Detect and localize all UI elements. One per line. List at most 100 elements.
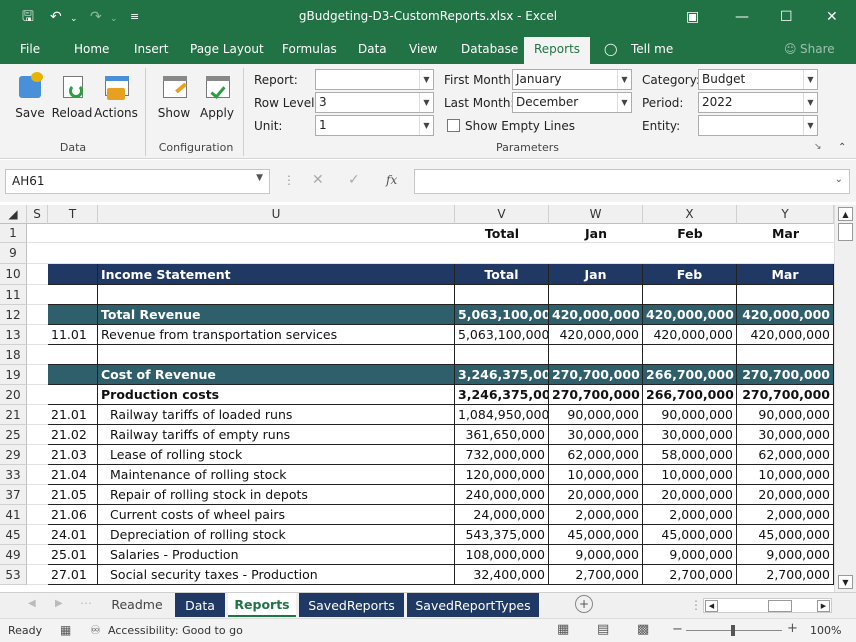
cell-value[interactable]: 58,000,000 [643,445,737,465]
cell-value[interactable] [737,243,834,264]
row-header[interactable]: 18 [0,345,27,365]
cell-value[interactable]: 732,000,000 [455,445,549,465]
cell[interactable] [27,264,48,285]
scroll-down-icon[interactable]: ▼ [838,575,853,589]
entity-combo[interactable]: ▼ [698,115,818,136]
row-header[interactable]: 9 [0,243,27,264]
row-header[interactable]: 10 [0,264,27,285]
cell-value[interactable]: 420,000,000 [549,305,643,325]
prev-sheet-icon[interactable]: ◀ [28,598,36,609]
cell-value[interactable]: 90,000,000 [549,405,643,425]
cell-value[interactable] [643,285,737,305]
cell-value[interactable]: 420,000,000 [643,305,737,325]
chevron-down-icon[interactable]: ▼ [803,70,817,89]
cell-name[interactable]: Lease of rolling stock [98,445,455,465]
cell-value[interactable] [455,345,549,365]
cell[interactable] [27,565,48,585]
chevron-down-icon[interactable]: ▼ [617,93,631,112]
cell-value[interactable]: 20,000,000 [549,485,643,505]
enter-icon[interactable]: ✓ [348,172,360,188]
cell[interactable] [27,425,48,445]
scroll-up-icon[interactable]: ▲ [838,207,853,221]
row-header[interactable]: 45 [0,525,27,545]
column-header[interactable]: S [27,205,48,224]
cell-value[interactable] [455,285,549,305]
row-header[interactable]: 53 [0,565,27,585]
dialog-launcher-icon[interactable]: ↘ [814,142,822,152]
cell-value[interactable]: Jan [549,264,643,285]
unit-combo[interactable]: 1 ▼ [315,115,434,136]
cell-value[interactable]: 10,000,000 [643,465,737,485]
cell[interactable] [27,505,48,525]
cell-value[interactable]: 24,000,000 [455,505,549,525]
worksheet-grid[interactable]: ◢ S T U V W X Y 1 Total Jan Feb Mar 9 10 Income… [0,205,834,592]
horizontal-scroll-thumb[interactable] [768,600,792,612]
sheet-tab-savedreports[interactable]: SavedReports [299,593,404,617]
cell-value[interactable]: 20,000,000 [737,485,834,505]
formula-input[interactable]: ⌄ [414,169,850,194]
cell[interactable] [27,405,48,425]
tab-file[interactable]: File [20,42,40,56]
cell-value[interactable]: Jan [549,224,643,243]
cell-value[interactable]: 420,000,000 [737,325,834,345]
column-header[interactable]: W [549,205,643,224]
accessibility-icon[interactable]: ♾ [90,623,101,637]
cell-code[interactable] [48,385,98,405]
cell[interactable] [27,465,48,485]
column-header[interactable]: V [455,205,549,224]
tab-home[interactable]: Home [74,42,109,56]
chevron-down-icon[interactable]: ▼ [803,116,817,135]
ribbon-display-icon[interactable]: ▣ [686,8,699,26]
cell-value[interactable]: 120,000,000 [455,465,549,485]
cell-value[interactable] [737,345,834,365]
cell-value[interactable]: 270,700,000 [549,365,643,385]
cell-value[interactable]: 270,700,000 [737,385,834,405]
cell-value[interactable] [643,345,737,365]
cell-value[interactable]: 62,000,000 [549,445,643,465]
actions-button[interactable]: Actions [94,72,138,120]
chevron-down-icon[interactable]: ▼ [419,116,433,135]
scroll-right-icon[interactable]: ▶ [817,600,830,612]
tab-data[interactable]: Data [358,42,387,56]
cell-name[interactable]: Repair of rolling stock in depots [98,485,455,505]
maximize-icon[interactable]: ☐ [780,8,793,26]
show-empty-lines-checkbox[interactable] [447,119,460,132]
minimize-icon[interactable]: — [735,8,749,26]
cell[interactable] [27,525,48,545]
sheet-tab-savedreporttypes[interactable]: SavedReportTypes [407,593,539,617]
column-header[interactable]: U [98,205,455,224]
cell-value[interactable]: Mar [737,224,834,243]
cell-code[interactable]: 21.02 [48,425,98,445]
vertical-scroll-thumb[interactable] [838,223,853,241]
cell-value[interactable]: 30,000,000 [643,425,737,445]
tab-insert[interactable]: Insert [134,42,168,56]
row-header[interactable]: 41 [0,505,27,525]
cell-name[interactable]: Depreciation of rolling stock [98,525,455,545]
cell-value[interactable]: 9,000,000 [643,545,737,565]
cell-value[interactable]: 108,000,000 [455,545,549,565]
page-break-view-icon[interactable]: ▩ [637,622,649,637]
collapse-ribbon-icon[interactable]: ⌃ [838,142,846,153]
cell-value[interactable]: Total [455,264,549,285]
cell-value[interactable]: 240,000,000 [455,485,549,505]
cell-name[interactable]: Cost of Revenue [98,365,455,385]
zoom-in-icon[interactable]: + [787,621,798,636]
zoom-out-icon[interactable]: − [672,622,683,637]
cell-value[interactable] [549,345,643,365]
cell[interactable] [27,485,48,505]
cell-value[interactable]: 45,000,000 [643,525,737,545]
macro-record-icon[interactable]: ▦ [60,623,71,637]
cell-code[interactable] [48,224,98,243]
cell-value[interactable]: 90,000,000 [737,405,834,425]
drag-handle-icon[interactable]: ⋮ [283,173,295,187]
cell-value[interactable]: 2,700,000 [549,565,643,585]
share-icon[interactable]: ☺ [784,42,797,56]
tab-page-layout[interactable]: Page Layout [190,42,264,56]
add-sheet-icon[interactable]: + [575,595,593,613]
cell-value[interactable]: 270,700,000 [737,365,834,385]
cell-code[interactable] [48,345,98,365]
cell[interactable] [27,345,48,365]
cell-code[interactable]: 25.01 [48,545,98,565]
cell-code[interactable]: 11.01 [48,325,98,345]
cell-value[interactable]: 2,000,000 [549,505,643,525]
